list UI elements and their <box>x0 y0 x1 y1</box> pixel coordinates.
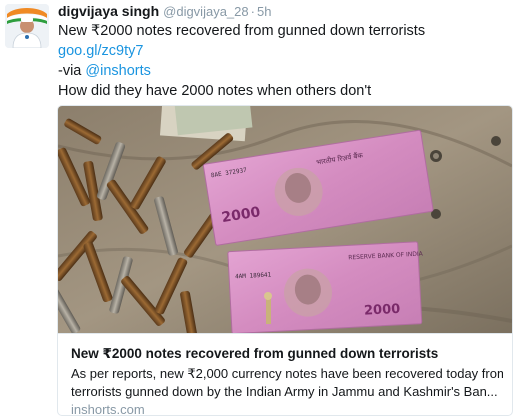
tweet-header: digvijaya singh @digvijaya_28 · 5h <box>58 2 271 20</box>
tweet: digvijaya singh @digvijaya_28 · 5h New ₹200… <box>0 0 518 416</box>
tweet-text: New ₹2000 notes recovered from gunned do… <box>58 21 510 101</box>
via-prefix: -via <box>58 63 86 79</box>
via-mention-link[interactable]: @inshorts <box>85 63 151 79</box>
tweet-text-line: New ₹2000 notes recovered from gunned do… <box>58 23 426 39</box>
tweet-timestamp[interactable]: 5h <box>257 4 271 19</box>
author-name[interactable]: digvijaya singh <box>58 3 159 19</box>
old-notes <box>159 106 253 142</box>
card-description-line: terrorists gunned down by the Indian Arm… <box>71 384 498 399</box>
card-image[interactable]: भारतीय रिज़र्व बैंक 8AE 372937 2000 RESE… <box>58 106 512 339</box>
separator-dot: · <box>250 4 255 19</box>
card-description: As per reports, new ₹2,000 currency note… <box>71 365 503 401</box>
currency-note-2: RESERVE BANK OF INDIA 4AM 189641 2000 <box>227 241 424 334</box>
card-description-line: As per reports, new ₹2,000 currency note… <box>71 366 503 381</box>
note-value: 2000 <box>364 302 401 319</box>
tweet-text-line: How did they have 2000 notes when others… <box>58 83 372 99</box>
avatar[interactable] <box>5 4 49 48</box>
card-body[interactable]: New ₹2000 notes recovered from gunned do… <box>58 333 512 416</box>
link-preview-card[interactable]: भारतीय रिज़र्व बैंक 8AE 372937 2000 RESE… <box>57 105 513 416</box>
card-title[interactable]: New ₹2000 notes recovered from gunned do… <box>71 345 438 363</box>
article-link[interactable]: goo.gl/zc9ty7 <box>58 43 143 59</box>
author-handle[interactable]: @digvijaya_28 <box>163 4 248 19</box>
card-domain: inshorts.com <box>71 402 145 416</box>
